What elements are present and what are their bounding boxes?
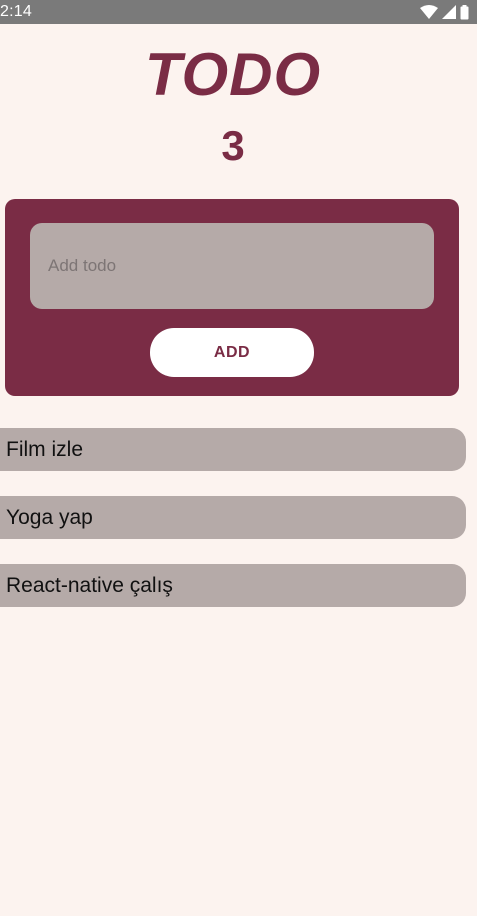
add-todo-form: ADD: [5, 199, 459, 396]
status-time: 2:14: [0, 3, 32, 20]
signal-icon: [442, 5, 456, 19]
todo-item[interactable]: React-native çalış: [0, 564, 466, 607]
battery-icon: [460, 4, 469, 20]
status-icons: [420, 4, 469, 20]
add-button[interactable]: ADD: [150, 328, 314, 377]
todo-count: 3: [221, 122, 245, 169]
todo-item[interactable]: Yoga yap: [0, 496, 466, 539]
app-title: TODO: [144, 41, 322, 108]
todo-item[interactable]: Film izle: [0, 428, 466, 471]
wifi-icon: [420, 5, 438, 19]
todo-input[interactable]: [30, 223, 434, 309]
status-bar: 2:14: [0, 0, 477, 24]
